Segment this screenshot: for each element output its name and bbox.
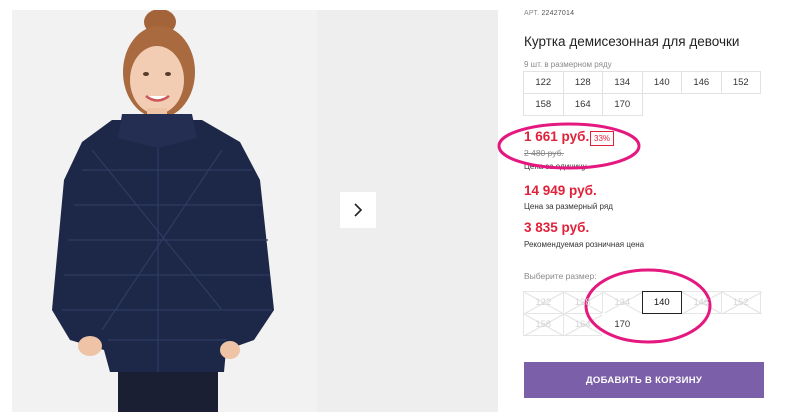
product-info: АРТ. 22427014 Куртка демисезонная для де… [498, 0, 800, 418]
product-title: Куртка демисезонная для девочки [524, 34, 740, 49]
size-option-158[interactable]: 158 [523, 313, 564, 336]
size-picker: 122 128 134 140 146 152 158 164 170 [523, 291, 766, 336]
size-option-134[interactable]: 134 [602, 291, 643, 314]
size-picker-label: Выберите размер: [524, 271, 597, 281]
row-price: 14 949 руб. [524, 183, 597, 198]
size-option-146[interactable]: 146 [681, 291, 722, 314]
unit-price-label: Цена за единицу [524, 162, 587, 171]
size-range-cell: 122 [523, 71, 564, 94]
size-range-cell: 152 [720, 71, 761, 94]
rrp-price-label: Рекомендуемая розничная цена [524, 240, 645, 249]
size-option-140[interactable]: 140 [641, 291, 682, 314]
size-range-cell: 140 [641, 71, 682, 94]
size-option-170[interactable]: 170 [602, 313, 643, 336]
row-price-label: Цена за размерный ряд [524, 202, 613, 211]
add-to-cart-button[interactable]: ДОБАВИТЬ В КОРЗИНУ [524, 362, 764, 398]
product-gallery [0, 0, 498, 418]
unit-price: 1 661 руб. [524, 129, 590, 144]
size-range-cell: 134 [602, 71, 643, 94]
gallery-next-button[interactable] [340, 192, 376, 228]
size-option-128[interactable]: 128 [562, 291, 604, 314]
size-range-cell: 146 [681, 71, 722, 94]
size-option-label: 134 [614, 297, 631, 308]
size-option-label: 122 [535, 297, 552, 308]
rrp-price: 3 835 руб. [524, 220, 590, 235]
size-option-152[interactable]: 152 [720, 291, 762, 314]
product-sku: АРТ. 22427014 [524, 10, 574, 17]
sku-number: 22427014 [541, 10, 575, 17]
size-option-label: 170 [614, 319, 631, 330]
size-option-label: 128 [574, 297, 591, 308]
old-price: 2 480 руб. [524, 148, 564, 158]
size-option-label: 140 [653, 297, 670, 308]
size-range-cell: 128 [562, 71, 603, 94]
size-option-122[interactable]: 122 [523, 291, 564, 314]
size-option-label: 158 [535, 319, 552, 330]
sku-label: АРТ. [524, 10, 540, 17]
discount-badge: 33% [590, 131, 615, 146]
size-range-cell: 158 [523, 93, 564, 116]
size-range-cell: 170 [602, 93, 643, 116]
size-range-cell: 164 [562, 93, 603, 116]
size-option-164[interactable]: 164 [562, 313, 604, 336]
size-option-label: 152 [732, 297, 749, 308]
size-option-label: 164 [574, 319, 591, 330]
size-option-label: 146 [693, 297, 710, 308]
chevron-right-icon [354, 203, 363, 217]
product-photo-main[interactable] [12, 10, 317, 412]
pack-size-note: 9 шт. в размерном ряду [524, 60, 612, 69]
size-range-grid: 122 128 134 140 146 152 158 164 170 [523, 71, 765, 116]
